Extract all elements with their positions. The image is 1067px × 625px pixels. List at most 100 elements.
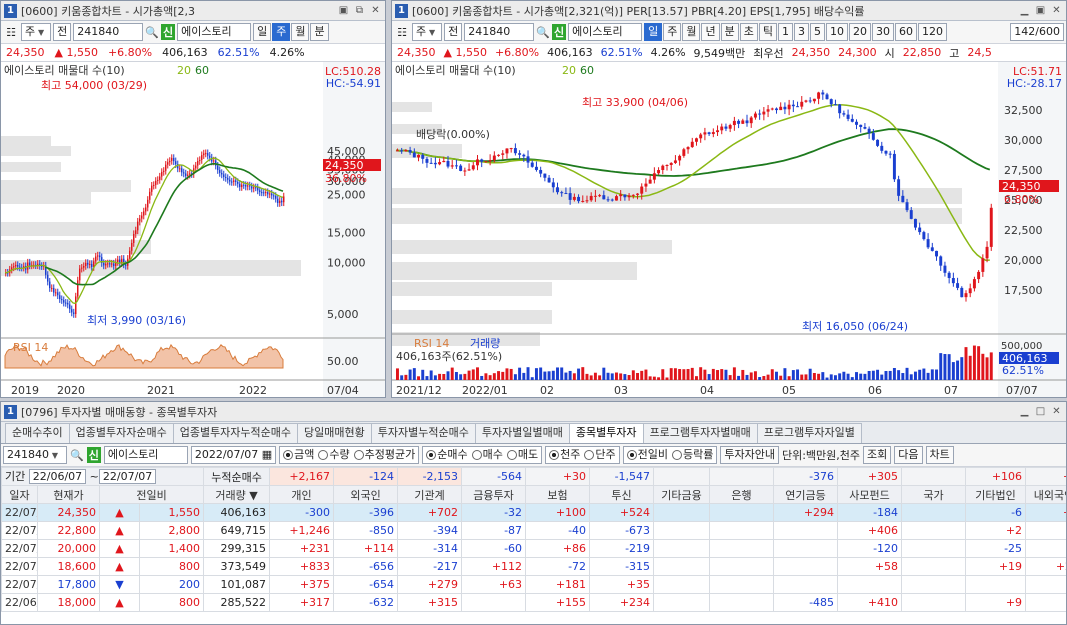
code-input[interactable]: 241840 ▼ xyxy=(3,446,67,464)
col-header[interactable]: 기관계 xyxy=(397,485,463,504)
lock-icon[interactable]: ▣ xyxy=(1034,4,1047,17)
tab-7[interactable]: 프로그램투자자별매매 xyxy=(642,423,758,443)
search-icon[interactable]: 🔍 xyxy=(70,449,84,462)
maximize-icon[interactable]: □ xyxy=(1034,405,1047,418)
tab-6[interactable]: 종목별투자자 xyxy=(568,423,644,443)
close-icon[interactable]: ✕ xyxy=(1050,4,1063,17)
timeframe-0[interactable]: 일 xyxy=(644,23,663,41)
right-price-chart[interactable]: 에이스토리 매물대 수(10) 20 60 LC:51.71 HC:-28.17… xyxy=(392,62,1066,398)
timeframe-6[interactable]: 틱 xyxy=(758,23,777,41)
radio-1[interactable]: 매수 xyxy=(471,447,503,463)
col-header[interactable]: 투신 xyxy=(589,485,655,504)
timeframe-13[interactable]: 60 xyxy=(894,23,917,41)
radio-2[interactable]: 추정평균가 xyxy=(353,447,415,463)
tab-0[interactable]: 순매수추이 xyxy=(5,423,70,443)
timeframe-10[interactable]: 10 xyxy=(825,23,848,41)
table-row[interactable]: 22/07/0724,350▲1,550406,163-300-396+702-… xyxy=(1,503,1066,522)
timeframe-0[interactable]: 일 xyxy=(253,23,272,41)
col-header[interactable]: 국가 xyxy=(901,485,967,504)
tab-4[interactable]: 투자자별누적순매수 xyxy=(370,423,476,443)
table-row[interactable]: 22/07/0418,600▲800373,549+833-656-217+11… xyxy=(1,557,1066,576)
prev-button[interactable]: 전 xyxy=(444,23,463,41)
timeframe-11[interactable]: 20 xyxy=(848,23,871,41)
period-select[interactable]: 주 ▼ xyxy=(412,23,443,41)
left-chart-window: 1 [0600] 키움종합차트 - 시가총액[2,3 ▣ ⧉ ✕ ☷ 주 ▼ 전 24… xyxy=(0,0,386,398)
search-icon[interactable]: 🔍 xyxy=(145,26,159,39)
investor-guide-button[interactable]: 투자자안내 xyxy=(720,446,779,464)
code-input[interactable]: 241840 xyxy=(464,23,535,41)
timeframe-7[interactable]: 1 xyxy=(777,23,793,41)
timeframe-3[interactable]: 분 xyxy=(310,23,329,41)
col-header[interactable]: 개인 xyxy=(269,485,335,504)
minimize-icon[interactable]: ▁ xyxy=(1018,405,1031,418)
radio-1[interactable]: 등락률 xyxy=(672,447,713,463)
radio-0[interactable]: 금액 xyxy=(283,447,314,463)
radio-1[interactable]: 수량 xyxy=(318,447,350,463)
left-price-chart[interactable]: 에이스토리 매물대 수(10) 20 60 LC:510.28 HC:-54.9… xyxy=(1,62,385,398)
col-header[interactable]: 현재가 xyxy=(37,485,100,504)
tab-5[interactable]: 투자자별일별매매 xyxy=(474,423,570,443)
date-input[interactable]: 2022/07/07 ▦ xyxy=(190,446,277,464)
col-header[interactable]: 일자 xyxy=(1,485,38,504)
timeframe-5[interactable]: 초 xyxy=(739,23,758,41)
col-header[interactable]: 연기금등 xyxy=(773,485,839,504)
table-row[interactable]: 22/07/0117,800▼200101,087+375-654+279+63… xyxy=(1,575,1066,594)
radio-0[interactable]: 전일비 xyxy=(626,447,668,463)
cum-value xyxy=(709,467,775,486)
table-row[interactable]: 22/06/3018,000▲800285,522+317-632+315 +15… xyxy=(1,593,1066,612)
col-header[interactable]: 거래량 ▼ xyxy=(203,485,271,504)
tab-8[interactable]: 프로그램투자자일별 xyxy=(756,423,862,443)
radio-0[interactable]: 순매수 xyxy=(426,447,468,463)
prev-button[interactable]: 전 xyxy=(53,23,72,41)
tab-3[interactable]: 당일매매현황 xyxy=(297,423,372,443)
col-header[interactable]: 사모펀드 xyxy=(837,485,903,504)
timeframe-2[interactable]: 월 xyxy=(682,23,701,41)
search-icon[interactable]: 🔍 xyxy=(536,26,550,39)
timeframe-3[interactable]: 년 xyxy=(701,23,720,41)
timeframe-1[interactable]: 주 xyxy=(272,23,291,41)
period-cell[interactable]: 기간 22/06/07 ~22/07/07 xyxy=(1,467,205,486)
right-title-bar[interactable]: 1 [0600] 키움종합차트 - 시가총액[2,321(억)] PER[13.… xyxy=(392,1,1066,21)
chart-button[interactable]: 차트 xyxy=(925,446,954,464)
timeframe-2[interactable]: 월 xyxy=(291,23,310,41)
timeframe-1[interactable]: 주 xyxy=(663,23,682,41)
left-title-bar[interactable]: 1 [0600] 키움종합차트 - 시가총액[2,3 ▣ ⧉ ✕ xyxy=(1,1,385,21)
timeframe-4[interactable]: 분 xyxy=(720,23,739,41)
cell: -8 xyxy=(1025,539,1066,558)
calendar-icon[interactable]: ▦ xyxy=(262,448,272,461)
grid-icon[interactable]: ☷ xyxy=(3,26,19,39)
tab-1[interactable]: 업종별투자자순매수 xyxy=(68,423,174,443)
col-header[interactable]: 보험 xyxy=(525,485,591,504)
minimize-icon[interactable]: ▁ xyxy=(1018,4,1031,17)
table-row[interactable]: 22/07/0520,000▲1,400299,315+231+114-314-… xyxy=(1,539,1066,558)
col-header[interactable]: 기타법인 xyxy=(965,485,1027,504)
col-header[interactable]: 내외국인 xyxy=(1025,485,1066,504)
radio-0[interactable]: 천주 xyxy=(549,447,580,463)
timeframe-9[interactable]: 5 xyxy=(809,23,825,41)
timeframe-12[interactable]: 30 xyxy=(871,23,894,41)
investor-title-bar[interactable]: 1 [0796] 투자자별 매매동향 - 종목별투자자 ▁ □ ✕ xyxy=(1,402,1066,422)
period-select[interactable]: 주 ▼ xyxy=(21,23,52,41)
close-icon[interactable]: ✕ xyxy=(369,4,382,17)
col-header[interactable]: 전일비 xyxy=(98,485,205,504)
next-button[interactable]: 다음 xyxy=(894,446,923,464)
grid-icon[interactable]: ☷ xyxy=(394,26,410,39)
legend-main: 에이스토리 매물대 수(10) xyxy=(4,64,125,77)
close-icon[interactable]: ✕ xyxy=(1050,405,1063,418)
bar-count-input[interactable]: 142/600 xyxy=(1010,23,1064,41)
radio-2[interactable]: 매도 xyxy=(506,447,538,463)
lock-icon[interactable]: ▣ xyxy=(337,4,350,17)
timeframe-8[interactable]: 3 xyxy=(793,23,809,41)
table-row[interactable]: 22/07/0622,800▲2,800649,715+1,246-850-39… xyxy=(1,521,1066,540)
link-icon[interactable]: ⧉ xyxy=(353,4,366,17)
radio-1[interactable]: 단주 xyxy=(584,447,616,463)
query-button[interactable]: 조회 xyxy=(863,446,892,464)
col-header[interactable]: 금융투자 xyxy=(461,485,527,504)
col-header[interactable]: 기타금융 xyxy=(653,485,711,504)
col-header[interactable]: 은행 xyxy=(709,485,775,504)
timeframe-14[interactable]: 120 xyxy=(917,23,947,41)
code-input[interactable]: 241840 xyxy=(73,23,144,41)
tab-2[interactable]: 업종별투자자누적순매수 xyxy=(172,423,299,443)
cell: -87 xyxy=(461,521,527,540)
col-header[interactable]: 외국인 xyxy=(333,485,399,504)
